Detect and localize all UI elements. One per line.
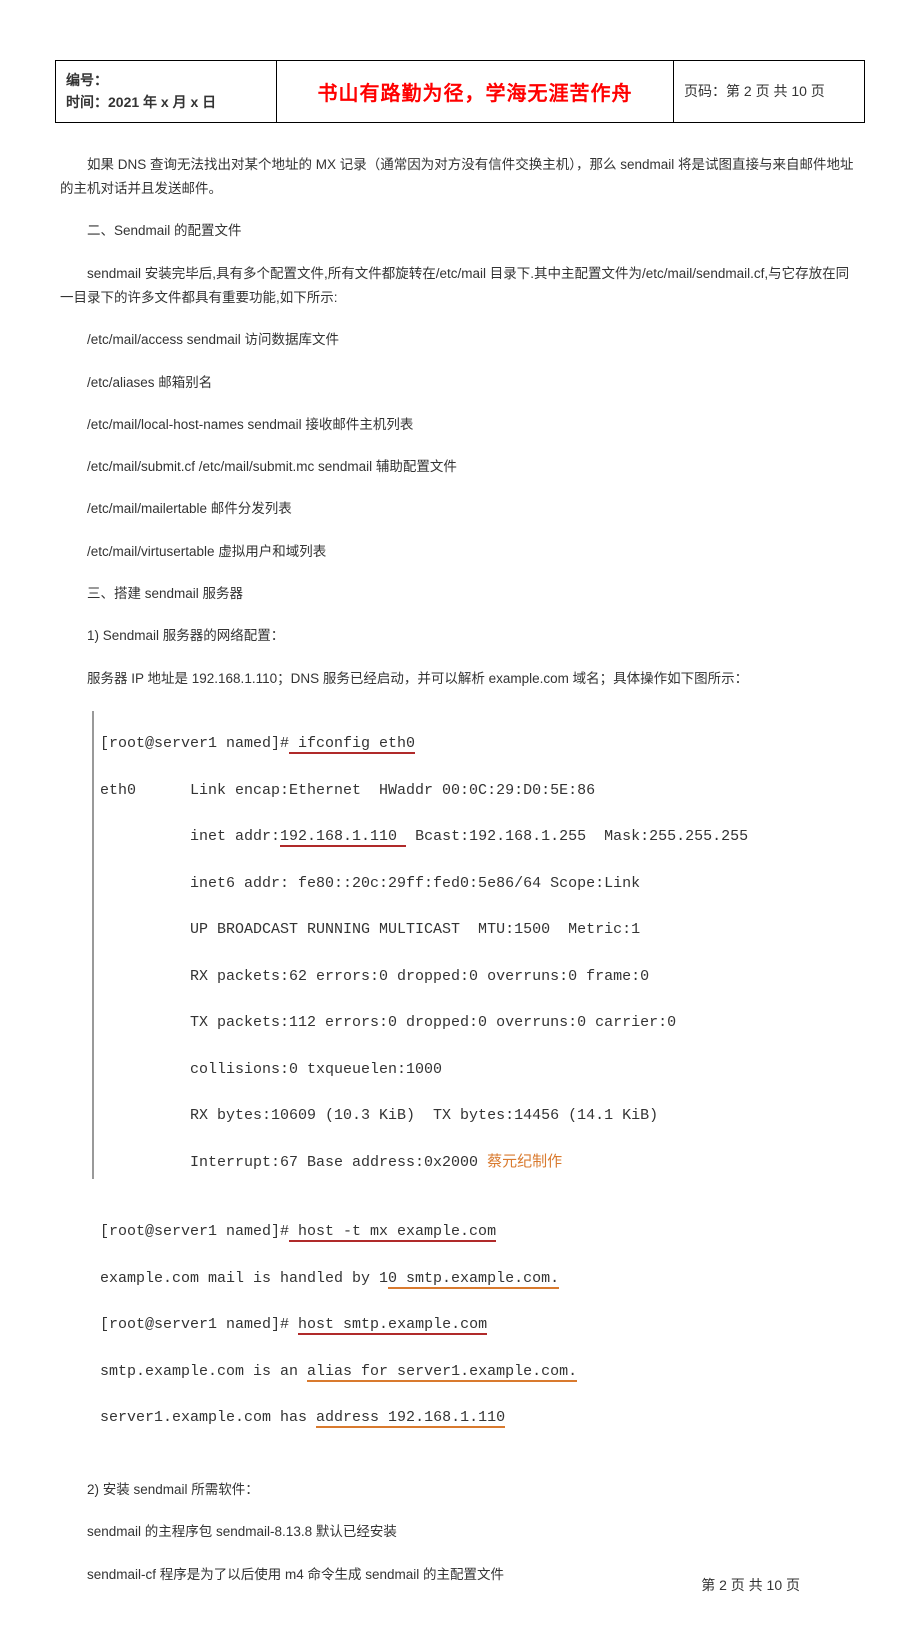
paragraph: sendmail 安装完毕后,具有多个配置文件,所有文件都旋转在/etc/mai…	[60, 262, 860, 311]
terminal-line: RX packets:62 errors:0 dropped:0 overrun…	[100, 965, 860, 988]
content-area: 如果 DNS 查询无法找出对某个地址的 MX 记录（通常因为对方没有信件交换主机…	[55, 153, 865, 1587]
time-label: 时间：	[66, 94, 108, 110]
vertical-rule	[92, 711, 94, 1179]
config-file-item: /etc/mail/local-host-names sendmail 接收邮件…	[60, 413, 860, 437]
prompt: [root@server1 named]#	[100, 735, 289, 752]
header-table: 编号： 时间：2021 年 x 月 x 日 书山有路勤为径，学海无涯苦作舟 页码…	[55, 60, 865, 123]
prompt: [root@server1 named]#	[100, 1316, 298, 1333]
prompt: [root@server1 named]#	[100, 1223, 289, 1240]
header-left-cell: 编号： 时间：2021 年 x 月 x 日	[56, 61, 277, 123]
page-value: 第 2 页 共 10 页	[726, 83, 825, 99]
result-highlight: alias for server1.example.com.	[307, 1363, 577, 1382]
result-highlight: address 192.168.1.110	[316, 1409, 505, 1428]
terminal-text: server1.example.com has	[100, 1409, 316, 1426]
command: host smtp.example.com	[298, 1316, 487, 1335]
terminal-line: TX packets:112 errors:0 dropped:0 overru…	[100, 1011, 860, 1034]
command: ifconfig eth0	[289, 735, 415, 754]
section-heading-2: 二、Sendmail 的配置文件	[60, 219, 860, 243]
section-heading-3: 三、搭建 sendmail 服务器	[60, 582, 860, 606]
header-motto: 书山有路勤为径，学海无涯苦作舟	[277, 61, 674, 123]
terminal-line: collisions:0 txqueuelen:1000	[100, 1058, 860, 1081]
terminal-line: RX bytes:10609 (10.3 KiB) TX bytes:14456…	[100, 1104, 860, 1127]
result-highlight: 0 smtp.example.com.	[388, 1270, 559, 1289]
author-watermark: 蔡元纪制作	[487, 1154, 562, 1170]
paragraph: 如果 DNS 查询无法找出对某个地址的 MX 记录（通常因为对方没有信件交换主机…	[60, 153, 860, 202]
step-heading: 1) Sendmail 服务器的网络配置：	[60, 624, 860, 648]
page-label: 页码：	[684, 83, 726, 99]
terminal-text: Interrupt:67 Base address:0x2000	[100, 1154, 487, 1171]
config-file-item: /etc/aliases 邮箱别名	[60, 371, 860, 395]
terminal-text: smtp.example.com is an	[100, 1363, 307, 1380]
step-heading: 2) 安装 sendmail 所需软件：	[60, 1478, 860, 1502]
terminal-output: [root@server1 named]# ifconfig eth0 eth0…	[100, 709, 860, 1453]
command: host -t mx example.com	[289, 1223, 496, 1242]
config-file-item: /etc/mail/virtusertable 虚拟用户和域列表	[60, 540, 860, 564]
config-file-item: /etc/mail/submit.cf /etc/mail/submit.mc …	[60, 455, 860, 479]
time-value: 2021 年 x 月 x 日	[108, 94, 216, 110]
page-footer: 第 2 页 共 10 页	[701, 1575, 800, 1595]
terminal-text: example.com mail is handled by 1	[100, 1270, 388, 1287]
terminal-line: inet6 addr: fe80::20c:29ff:fed0:5e86/64 …	[100, 872, 860, 895]
header-right-cell: 页码：第 2 页 共 10 页	[674, 61, 865, 123]
paragraph: 服务器 IP 地址是 192.168.1.110；DNS 服务已经启动，并可以解…	[60, 667, 860, 691]
id-label: 编号：	[66, 72, 108, 88]
terminal-line: eth0 Link encap:Ethernet HWaddr 00:0C:29…	[100, 779, 860, 802]
paragraph: sendmail 的主程序包 sendmail-8.13.8 默认已经安装	[60, 1520, 860, 1544]
document-page: 编号： 时间：2021 年 x 月 x 日 书山有路勤为径，学海无涯苦作舟 页码…	[0, 0, 920, 1645]
terminal-line: UP BROADCAST RUNNING MULTICAST MTU:1500 …	[100, 918, 860, 941]
terminal-text: Bcast:192.168.1.255 Mask:255.255.255	[406, 828, 748, 845]
ip-address: 192.168.1.110	[280, 828, 406, 847]
terminal-text: inet addr:	[100, 828, 280, 845]
config-file-item: /etc/mail/access sendmail 访问数据库文件	[60, 328, 860, 352]
config-file-item: /etc/mail/mailertable 邮件分发列表	[60, 497, 860, 521]
